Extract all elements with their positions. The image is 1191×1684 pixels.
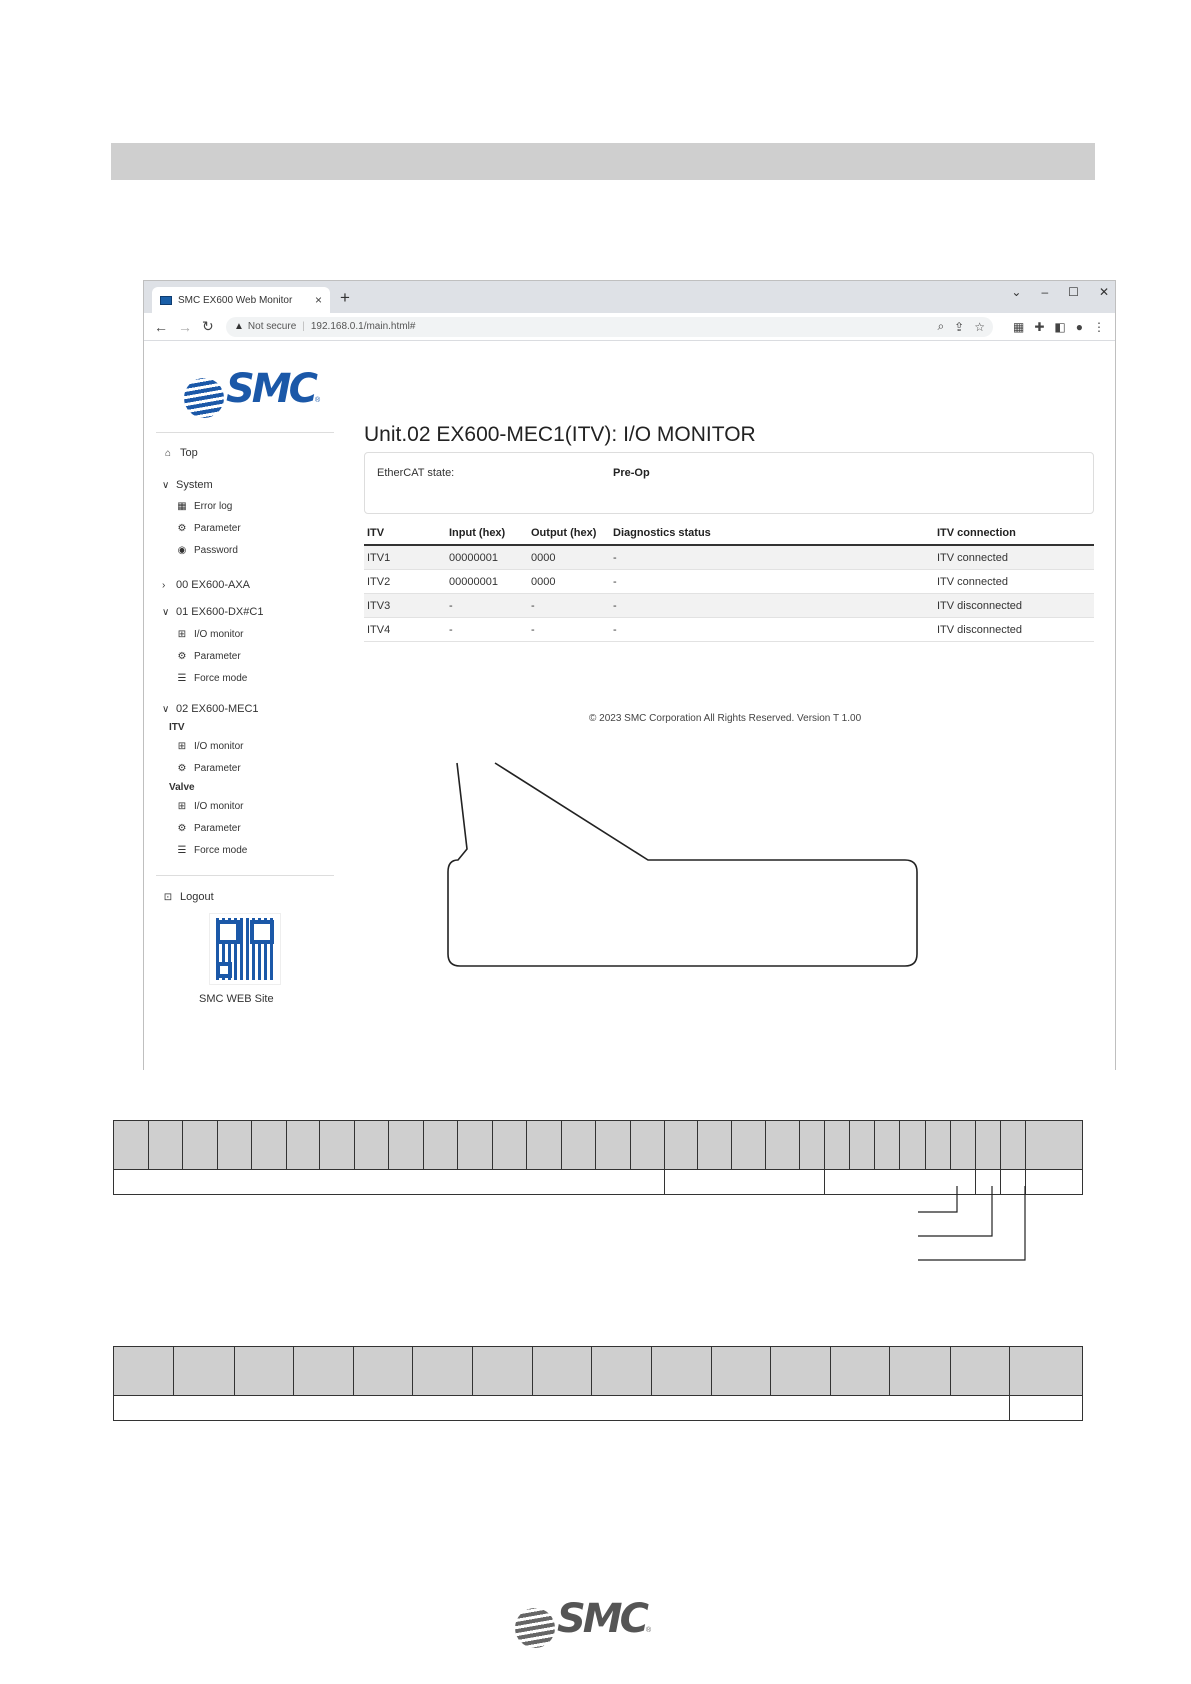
leader-line — [918, 1186, 993, 1237]
register-bit-leaders — [918, 1186, 1026, 1261]
register-bit-row — [112, 1346, 1084, 1396]
leader-line — [918, 1186, 958, 1213]
register-field-row — [113, 1395, 1084, 1421]
smc-swirl-icon — [515, 1607, 555, 1648]
leader-line — [918, 1186, 1026, 1261]
footer-smc-logo: SMC® — [515, 1596, 651, 1648]
register-diagram-2 — [112, 1346, 1084, 1421]
